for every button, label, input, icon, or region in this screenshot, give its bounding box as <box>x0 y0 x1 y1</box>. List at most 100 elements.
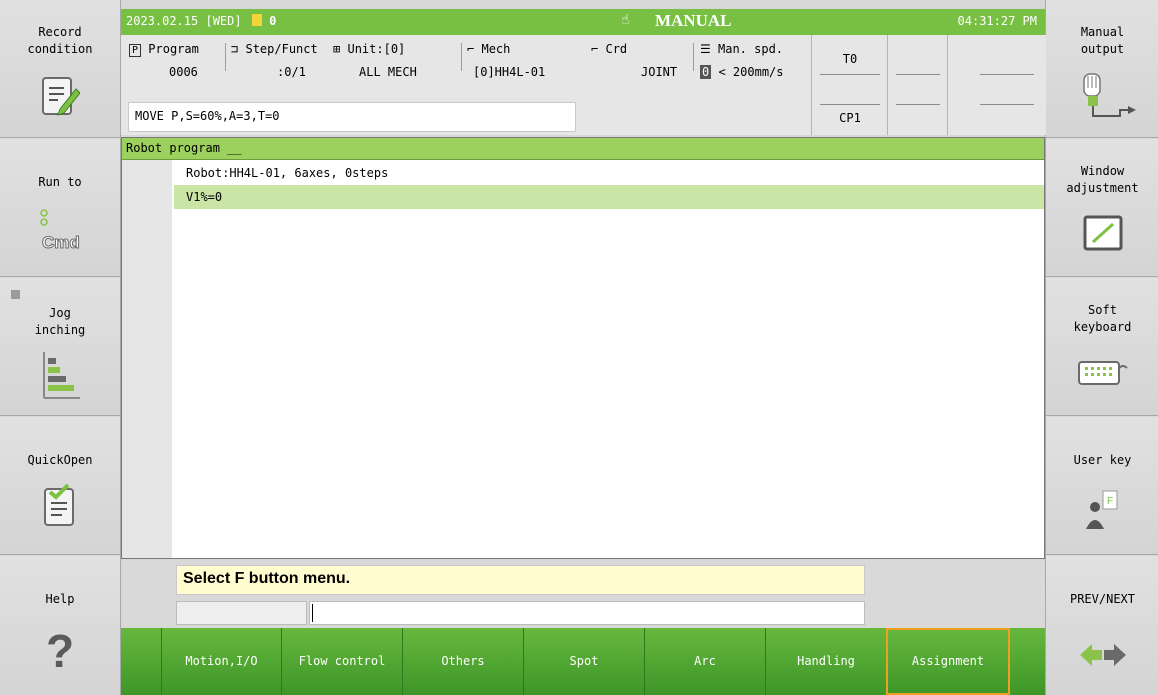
fkey-arc[interactable]: Arc <box>644 628 765 695</box>
speed-label: Man. spd. <box>718 42 784 56</box>
record-condition-icon <box>42 77 80 116</box>
quickopen-button[interactable]: QuickOpen <box>0 417 120 555</box>
manual-output-icon <box>1082 73 1136 117</box>
program-editor[interactable]: Robot program __ Robot:HH4L-01, 6axes, 0… <box>121 137 1045 559</box>
datetime: 2023.02.15 [WED] 0 <box>126 14 276 28</box>
run-to-button[interactable]: Run to Cmd <box>0 139 120 277</box>
crd-label: Crd <box>605 42 628 56</box>
divider <box>225 43 226 71</box>
jog-inching-label: Jog inching <box>34 306 86 337</box>
program-value: 0006 <box>169 65 198 79</box>
divider <box>980 104 1034 105</box>
tool-value: T0 <box>842 52 858 66</box>
date-text: 2023.02.15 [WED] <box>126 14 242 28</box>
fkey-spot[interactable]: Spot <box>523 628 644 695</box>
mech-field[interactable]: ⌐ Mech <box>467 42 510 56</box>
speed-level: 0 <box>700 65 712 79</box>
crd-value: JOINT <box>641 65 678 79</box>
divider <box>896 104 940 105</box>
step-value: :0/1 <box>277 65 306 79</box>
program-line[interactable]: Robot:HH4L-01, 6axes, 0steps <box>186 166 388 180</box>
input-field[interactable] <box>309 601 865 625</box>
program-line-selected[interactable]: V1%=0 <box>174 185 1044 209</box>
right-button-panel: Manual output Window adjustment Soft key… <box>1045 0 1158 695</box>
user-key-button[interactable]: User key F <box>1046 417 1158 555</box>
record-condition-label: Record condition <box>27 25 93 56</box>
quickopen-label: QuickOpen <box>27 453 93 467</box>
prev-next-icon <box>1079 644 1126 666</box>
text-caret <box>312 604 313 622</box>
svg-text:Cmd: Cmd <box>42 233 80 252</box>
user-key-label: User key <box>1073 453 1132 467</box>
divider <box>461 43 462 71</box>
command-line[interactable]: MOVE P,S=60%,A=3,T=0 <box>128 102 576 132</box>
quickopen-icon <box>44 483 74 526</box>
cmd-icon: Cmd <box>40 209 80 253</box>
manual-output-label: Manual output <box>1080 25 1125 56</box>
line-gutter <box>122 160 172 558</box>
program-field[interactable]: P Program <box>129 42 199 57</box>
step-icon: ⊐ <box>231 42 239 56</box>
svg-text:F: F <box>1107 496 1113 507</box>
speed-icon: ☰ <box>700 42 711 56</box>
window-adjust-icon <box>1083 215 1122 251</box>
cp-value: CP1 <box>839 111 861 125</box>
divider <box>820 104 880 105</box>
jog-inching-button[interactable]: Jog inching <box>0 278 120 416</box>
window-adjustment-button[interactable]: Window adjustment <box>1046 139 1158 277</box>
fkey-assignment[interactable]: Assignment <box>886 628 1010 695</box>
jog-inching-icon <box>43 352 80 399</box>
mech-value: [0]HH4L-01 <box>473 65 546 79</box>
fkey-motion-io[interactable]: Motion,I/O <box>161 628 281 695</box>
mech-label: Mech <box>481 42 511 56</box>
run-to-label: Run to <box>38 175 82 189</box>
aux-slot-2 <box>947 35 1046 135</box>
divider <box>980 74 1034 75</box>
input-prefix-field[interactable] <box>176 601 307 625</box>
message-area: Select F button menu. <box>121 560 1045 628</box>
prev-next-button[interactable]: PREV/NEXT <box>1046 556 1158 695</box>
help-label: Help <box>45 592 75 606</box>
prev-next-label: PREV/NEXT <box>1069 592 1136 606</box>
program-label: Program <box>148 42 199 56</box>
step-field[interactable]: ⊐ Step/Funct <box>231 42 318 56</box>
left-button-panel: Record condition Run to Cmd Jog inching <box>0 0 121 695</box>
speed-value-wrap: 0 < 200mm/s <box>700 65 784 79</box>
speed-field[interactable]: ☰ Man. spd. <box>700 42 783 56</box>
user-key-icon: F <box>1085 490 1117 529</box>
unit-value: ALL MECH <box>359 65 417 79</box>
step-label: Step/Funct <box>245 42 318 56</box>
record-condition-button[interactable]: Record condition <box>0 0 120 138</box>
unit-icon: ⊞ <box>333 42 341 56</box>
fkey-others[interactable]: Others <box>402 628 523 695</box>
soft-keyboard-label: Soft keyboard <box>1073 303 1132 334</box>
help-icon: ? <box>45 625 75 677</box>
unit-field[interactable]: ⊞ Unit:[0] <box>333 42 405 56</box>
fkey-handling[interactable]: Handling <box>765 628 886 695</box>
info-panel: P Program 0006 ⊐ Step/Funct :0/1 ⊞ Unit:… <box>121 35 1046 135</box>
soft-keyboard-button[interactable]: Soft keyboard <box>1046 278 1158 416</box>
manual-output-button[interactable]: Manual output <box>1046 0 1158 138</box>
mode-label: MANUAL <box>655 11 732 30</box>
speed-value: < 200mm/s <box>718 65 784 79</box>
aux-slot-1 <box>887 35 948 135</box>
crd-icon: ⌐ <box>591 42 599 56</box>
help-button[interactable]: Help ? <box>0 556 120 695</box>
keyboard-icon <box>1077 361 1128 385</box>
divider <box>820 74 880 75</box>
status-bar: 2023.02.15 [WED] 0 ☝ MANUAL 04:31:27 PM <box>121 9 1045 35</box>
fkey-flow-control[interactable]: Flow control <box>281 628 402 695</box>
jog-indicator <box>11 290 20 299</box>
unit-label: Unit:[0] <box>347 42 406 56</box>
program-header: Robot program __ <box>122 138 1044 160</box>
crd-field[interactable]: ⌐ Crd <box>591 42 627 56</box>
divider <box>693 43 694 71</box>
mech-icon: ⌐ <box>467 42 475 56</box>
status-counter: 0 <box>269 14 277 28</box>
program-icon: P <box>129 44 142 57</box>
message-text: Select F button menu. <box>176 565 865 595</box>
tool-panel: T0 CP1 <box>811 35 888 135</box>
clock: 04:31:27 PM <box>957 14 1037 28</box>
window-adjustment-label: Window adjustment <box>1066 164 1139 195</box>
hand-icon: ☝ <box>621 12 630 28</box>
